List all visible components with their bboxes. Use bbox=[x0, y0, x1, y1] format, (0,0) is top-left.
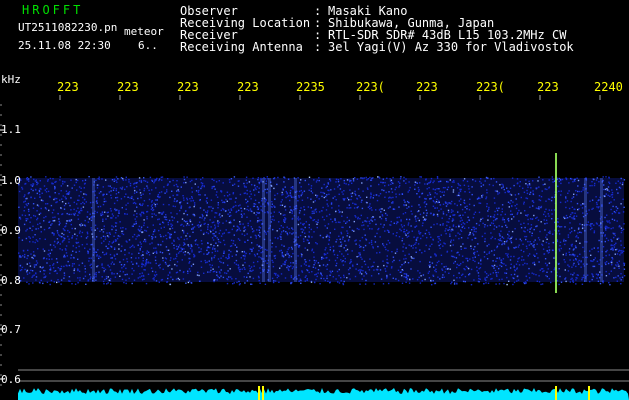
x-tick-label: 223( bbox=[476, 80, 505, 94]
y-tick-label: 0.9 bbox=[1, 224, 21, 237]
y-tick-label: 0.8 bbox=[1, 274, 21, 287]
x-tick-label: 223 bbox=[177, 80, 199, 94]
x-tick-label: 223 bbox=[537, 80, 559, 94]
y-tick-label: 0.7 bbox=[1, 323, 21, 336]
signal-streak bbox=[600, 178, 603, 282]
x-tick-label: 2235 bbox=[296, 80, 325, 94]
signal-band-glow bbox=[18, 178, 624, 282]
signal-streak bbox=[268, 178, 271, 282]
x-tick-label: 223 bbox=[57, 80, 79, 94]
signal-streak bbox=[92, 178, 95, 282]
y-axis-unit: kHz bbox=[1, 73, 21, 86]
signal-streak bbox=[584, 178, 587, 282]
x-tick-label: 223( bbox=[356, 80, 385, 94]
echo-spike bbox=[588, 386, 590, 400]
x-tick-label: 223 bbox=[416, 80, 438, 94]
echo-spike bbox=[555, 386, 557, 400]
echo-spike bbox=[258, 386, 260, 400]
y-tick-label: 1.1 bbox=[1, 123, 21, 136]
y-tick-label: 1.0 bbox=[1, 174, 21, 187]
mode-label: meteor bbox=[124, 25, 164, 38]
waterfall-spectrogram bbox=[0, 95, 629, 400]
meteor-echo-trace bbox=[555, 153, 557, 293]
noise-floor-trace bbox=[18, 388, 629, 400]
hrofft-window: HROFFT UT2511082230.pn meteor 25.11.08 2… bbox=[0, 0, 629, 400]
page-indicator: 6.. bbox=[138, 39, 158, 52]
signal-streak bbox=[262, 178, 265, 282]
x-tick-label: 2240 bbox=[594, 80, 623, 94]
x-tick-label: 223 bbox=[237, 80, 259, 94]
info-label-antenna: Receiving Antenna bbox=[180, 40, 303, 54]
signal-streak bbox=[294, 178, 297, 282]
info-separator: : bbox=[314, 40, 322, 54]
y-tick-label: 0.6 bbox=[1, 373, 21, 386]
info-value-antenna: 3el Yagi(V) Az 330 for Vladivostok bbox=[328, 40, 574, 54]
x-tick-label: 223 bbox=[117, 80, 139, 94]
app-name: HROFFT bbox=[22, 3, 84, 17]
echo-spike bbox=[262, 386, 264, 400]
file-name: UT2511082230.pn bbox=[18, 21, 118, 34]
capture-datetime: 25.11.08 22:30 bbox=[18, 39, 111, 52]
